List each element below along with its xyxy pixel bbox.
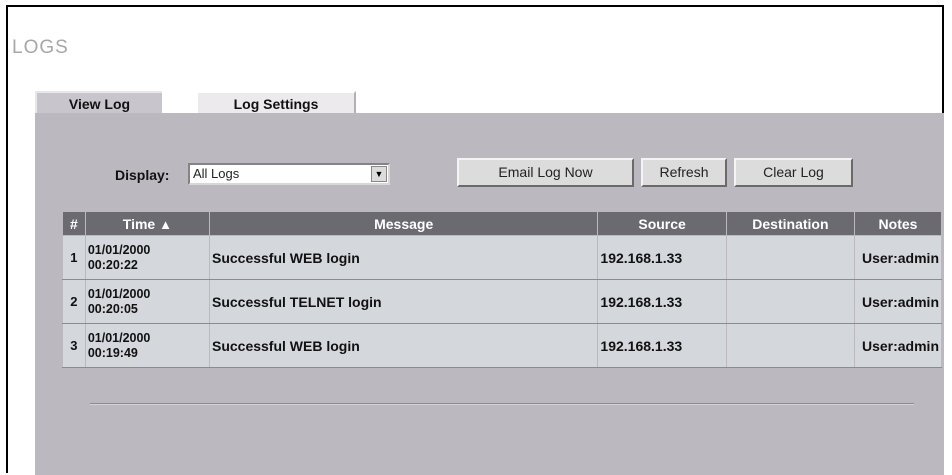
display-label: Display:: [115, 167, 170, 183]
row-destination: [725, 235, 856, 280]
row-message: Successful WEB login: [208, 235, 599, 280]
header-message-label: Message: [374, 215, 434, 232]
table-row: 2 01/01/2000 00:20:05 Successful TELNET …: [62, 279, 942, 324]
row-message: Successful TELNET login: [208, 279, 599, 324]
row-time: 01/01/2000 00:20:22: [84, 235, 210, 280]
clear-log-button[interactable]: Clear Log: [734, 158, 853, 187]
tab-view-log[interactable]: View Log: [35, 91, 162, 114]
header-notes[interactable]: Notes: [854, 211, 942, 236]
row-time: 01/01/2000 00:19:49: [84, 323, 210, 368]
header-source-label: Source: [638, 215, 686, 232]
row-num: 2: [62, 279, 86, 324]
display-select-value: All Logs: [193, 166, 240, 181]
row-time-text: 00:20:22: [87, 257, 138, 272]
logs-window: LOGS View Log Log Settings Display: All …: [6, 5, 944, 475]
log-table: # Time ▲ Message Source Destination Note…: [62, 211, 942, 368]
refresh-button[interactable]: Refresh: [641, 158, 727, 187]
row-notes: User:admin: [854, 235, 942, 280]
tab-log-settings[interactable]: Log Settings: [196, 91, 356, 114]
row-date-text: 01/01/2000: [87, 242, 151, 257]
row-time: 01/01/2000 00:20:05: [84, 279, 210, 324]
table-row: 1 01/01/2000 00:20:22 Successful WEB log…: [62, 235, 942, 280]
row-num: 1: [62, 235, 86, 280]
header-time[interactable]: Time ▲: [84, 211, 210, 236]
divider: [90, 403, 914, 405]
sort-up-arrow-icon: ▲: [159, 216, 172, 232]
row-source: 192.168.1.33: [597, 235, 727, 280]
row-destination: [725, 279, 856, 324]
page-title: LOGS: [12, 37, 69, 58]
row-destination: [725, 323, 856, 368]
header-destination-label: Destination: [752, 215, 829, 232]
header-destination[interactable]: Destination: [725, 211, 856, 236]
row-notes: User:admin: [854, 323, 942, 368]
row-num: 3: [62, 323, 86, 368]
row-date-text: 01/01/2000: [87, 286, 151, 301]
chevron-down-icon[interactable]: ▼: [371, 166, 387, 182]
header-notes-label: Notes: [878, 215, 918, 232]
table-row: 3 01/01/2000 00:19:49 Successful WEB log…: [62, 323, 942, 368]
row-message: Successful WEB login: [208, 323, 599, 368]
header-num[interactable]: #: [62, 211, 86, 236]
header-num-label: #: [70, 215, 78, 232]
view-log-panel: Display: All Logs ▼ Email Log Now Refres…: [35, 113, 944, 475]
header-source[interactable]: Source: [597, 211, 727, 236]
email-log-now-button[interactable]: Email Log Now: [457, 158, 634, 187]
row-time-text: 00:20:05: [87, 301, 138, 316]
row-source: 192.168.1.33: [597, 279, 727, 324]
table-header-row: # Time ▲ Message Source Destination Note…: [62, 211, 942, 236]
row-time-text: 00:19:49: [87, 345, 138, 360]
header-message[interactable]: Message: [208, 211, 599, 236]
row-date-text: 01/01/2000: [87, 330, 151, 345]
display-select[interactable]: All Logs ▼: [188, 163, 390, 185]
row-source: 192.168.1.33: [597, 323, 727, 368]
row-notes: User:admin: [854, 279, 942, 324]
header-time-label: Time: [122, 215, 156, 232]
